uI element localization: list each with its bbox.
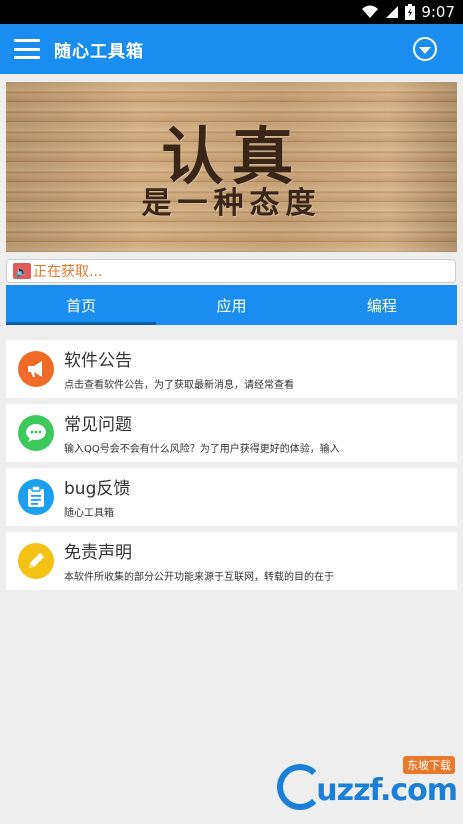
tab-programming[interactable]: 编程	[307, 285, 457, 325]
app-title: 随心工具箱	[54, 41, 144, 62]
list-item-disclaimer[interactable]: 免责声明 本软件所收集的部分公开功能来源于互联网，转载的目的在于	[6, 532, 457, 590]
status-bar: 9:07	[0, 0, 463, 24]
pencil-icon	[18, 543, 54, 579]
list-item-faq[interactable]: 常见问题 输入QQ号会不会有什么风险？为了用户获得更好的体验，输入	[6, 404, 457, 462]
list-item-announcement[interactable]: 软件公告 点击查看软件公告，为了获取最新消息，请经常查看	[6, 340, 457, 398]
battery-icon	[405, 4, 416, 20]
list-item-title: bug反馈	[64, 479, 131, 499]
list-item-desc: 本软件所收集的部分公开功能来源于互联网，转载的目的在于	[64, 572, 334, 583]
list-item-title: 常见问题	[64, 415, 132, 435]
app-bar: 随心工具箱	[0, 24, 463, 74]
watermark-logo: 东坡下载 uzzf.com	[277, 756, 458, 812]
tab-home[interactable]: 首页	[6, 285, 157, 325]
list-item-desc: 随心工具箱	[64, 508, 114, 519]
list-item-title: 软件公告	[64, 351, 132, 371]
chat-icon	[18, 415, 54, 451]
speaker-icon: 🔈	[13, 263, 31, 279]
watermark-badge: 东坡下载	[403, 756, 455, 774]
list-item-title: 免责声明	[64, 543, 132, 563]
menu-list: 软件公告 点击查看软件公告，为了获取最新消息，请经常查看 常见问题 输入QQ号会…	[6, 340, 457, 596]
notice-bar: 🔈 正在获取...	[6, 259, 456, 283]
banner-image: 认真 是一种态度	[6, 82, 457, 252]
clipboard-icon	[18, 479, 54, 515]
tab-apps[interactable]: 应用	[156, 285, 306, 325]
list-item-desc: 点击查看软件公告，为了获取最新消息，请经常查看	[64, 380, 294, 391]
menu-icon[interactable]	[14, 39, 40, 59]
wifi-icon	[361, 5, 379, 19]
tab-bar: 首页 应用 编程	[6, 285, 457, 325]
list-item-desc: 输入QQ号会不会有什么风险？为了用户获得更好的体验，输入	[64, 444, 340, 455]
watermark-text: uzzf.com	[316, 773, 458, 808]
notice-text: 正在获取...	[33, 264, 103, 280]
megaphone-icon	[18, 351, 54, 387]
list-item-bug-report[interactable]: bug反馈 随心工具箱	[6, 468, 457, 526]
status-time: 9:07	[421, 3, 455, 21]
dropdown-circle-icon[interactable]	[413, 37, 437, 61]
signal-icon	[385, 5, 399, 19]
banner-subtitle: 是一种态度	[141, 186, 322, 221]
